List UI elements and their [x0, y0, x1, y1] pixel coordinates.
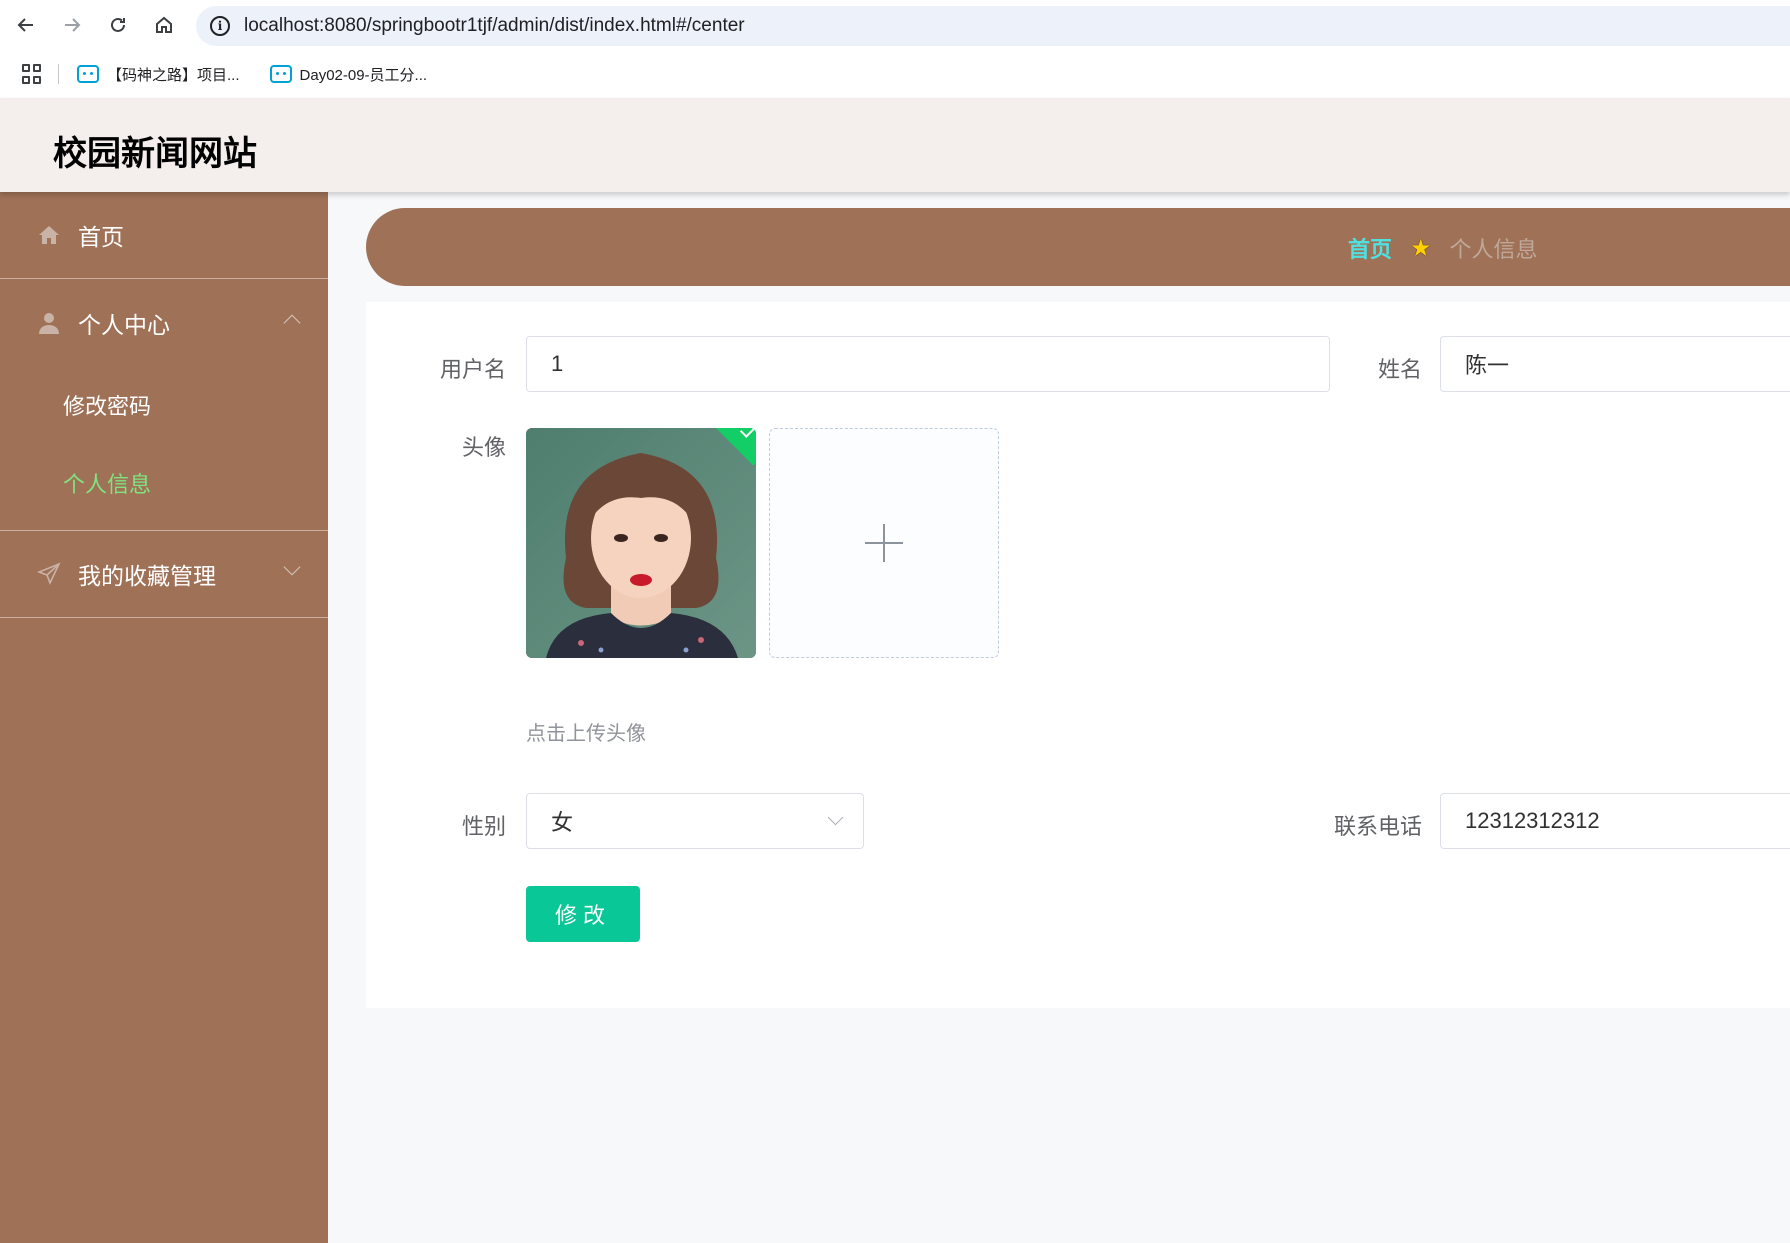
gender-label: 性别 — [461, 814, 506, 839]
bilibili-icon — [269, 65, 292, 83]
send-icon — [36, 561, 62, 587]
sidebar-item-favorites[interactable]: 我的收藏管理 — [0, 531, 328, 618]
site-title: 校园新闻网站 — [53, 134, 257, 174]
name-input[interactable]: 陈一 — [1440, 336, 1790, 392]
personal-center-submenu: 修改密码 个人信息 — [0, 366, 328, 531]
sidebar-item-label: 个人中心 — [78, 311, 170, 338]
url-text: localhost:8080/springbootr1tjf/admin/dis… — [244, 15, 745, 36]
breadcrumb-items: 首页 ★ 个人信息 — [1348, 232, 1538, 264]
name-label: 姓名 — [1377, 357, 1422, 382]
apps-grid-icon[interactable] — [22, 64, 42, 84]
plus-icon — [865, 524, 903, 562]
username-label: 用户名 — [439, 357, 506, 382]
bookmark-item[interactable]: Day02-09-员工分... — [269, 64, 428, 85]
bookmark-label: 【码神之路】项目... — [107, 66, 240, 84]
name-value: 陈一 — [1465, 353, 1510, 378]
bookmark-separator — [58, 64, 59, 84]
sidebar-item-label: 首页 — [78, 224, 124, 250]
phone-value: 12312312312 — [1465, 808, 1600, 833]
avatar-portrait — [526, 428, 756, 658]
breadcrumb: 首页 ★ 个人信息 — [366, 208, 1790, 286]
sidebar-item-personal-center[interactable]: 个人中心 — [0, 279, 328, 366]
submit-button[interactable]: 修改 — [526, 886, 640, 942]
bookmark-item[interactable]: 【码神之路】项目... — [77, 64, 240, 85]
address-bar[interactable]: i localhost:8080/springbootr1tjf/admin/d… — [196, 6, 1790, 46]
forward-icon[interactable] — [52, 5, 92, 45]
sidebar: 首页 个人中心 修改密码 个人信息 我的收藏管理 — [0, 192, 328, 1243]
sidebar-item-personal-info[interactable]: 个人信息 — [0, 444, 328, 522]
avatar-upload-hint: 点击上传头像 — [526, 723, 646, 745]
back-icon[interactable] — [6, 5, 46, 45]
user-icon — [36, 310, 62, 336]
bilibili-icon — [77, 65, 99, 83]
home-page-icon[interactable] — [144, 5, 184, 45]
sidebar-item-label: 我的收藏管理 — [78, 563, 216, 589]
browser-toolbar: i localhost:8080/springbootr1tjf/admin/d… — [0, 0, 1790, 50]
phone-input[interactable]: 12312312312 — [1440, 793, 1790, 849]
avatar-label: 头像 — [461, 435, 506, 460]
chevron-down-icon — [827, 809, 844, 826]
profile-form: 用户名 1 姓名 陈一 头像 点击上传头像 性别 女 联系电话 12312312… — [366, 302, 1790, 1008]
home-icon — [36, 222, 62, 248]
site-info-icon[interactable]: i — [210, 16, 230, 36]
gender-select[interactable]: 女 — [526, 793, 864, 849]
sidebar-item-home[interactable]: 首页 — [0, 192, 328, 279]
bookmarks-bar: 【码神之路】项目... Day02-09-员工分... — [0, 50, 1790, 98]
breadcrumb-home-link[interactable]: 首页 — [1348, 232, 1392, 264]
reload-icon[interactable] — [98, 5, 138, 45]
sidebar-item-change-password[interactable]: 修改密码 — [0, 366, 328, 444]
app-header: 校园新闻网站 — [0, 98, 1790, 192]
username-input[interactable]: 1 — [526, 336, 1330, 392]
star-icon: ★ — [1410, 234, 1432, 262]
breadcrumb-current: 个人信息 — [1449, 237, 1538, 262]
phone-label: 联系电话 — [1333, 814, 1422, 839]
username-value: 1 — [551, 351, 564, 376]
chevron-down-icon — [283, 558, 301, 576]
chevron-up-icon — [283, 314, 301, 332]
avatar-upload-button[interactable] — [769, 428, 999, 658]
avatar-image[interactable] — [526, 428, 756, 658]
bookmark-label: Day02-09-员工分... — [299, 66, 428, 84]
gender-value: 女 — [551, 810, 574, 835]
